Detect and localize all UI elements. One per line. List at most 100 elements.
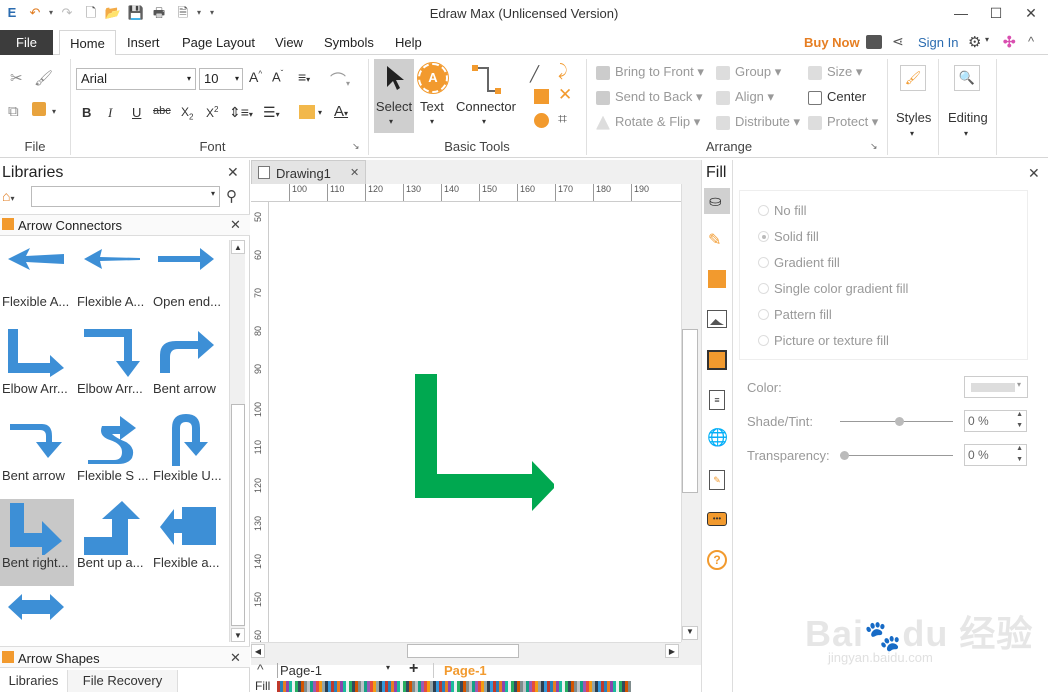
drawing-canvas[interactable] [269, 202, 681, 642]
subscript-button[interactable]: X2 [181, 105, 193, 121]
fill-option-radio[interactable]: Pattern fill [758, 307, 832, 322]
shape-flexible-arrow-1[interactable]: Flexible A... [0, 238, 74, 325]
center-button[interactable]: Center [808, 89, 866, 105]
shape-flexible-s-arrow[interactable]: Flexible S ... [76, 412, 150, 499]
paste-icon[interactable] [32, 102, 46, 116]
rotate-flip-button[interactable]: Rotate & Flip ▾ [596, 114, 700, 130]
highlight-dropdown-icon[interactable]: ▾ [318, 108, 322, 117]
search-icon[interactable]: ⚲ [226, 187, 237, 205]
font-family-select[interactable]: Arial ▾ [76, 68, 196, 90]
maximize-button[interactable]: ☐ [983, 2, 1009, 24]
shadow-icon[interactable] [708, 270, 726, 288]
chevron-down-icon[interactable]: ▾ [430, 117, 434, 126]
tab-symbols[interactable]: Symbols [316, 30, 382, 55]
connector-tool-label[interactable]: Connector [456, 99, 516, 114]
buy-now-link[interactable]: Buy Now [796, 30, 868, 55]
fill-option-radio[interactable]: Solid fill [758, 229, 819, 244]
scrollbar-thumb[interactable] [682, 329, 698, 493]
settings-gear-icon[interactable]: ⚙ [968, 33, 981, 51]
decrease-font-icon[interactable]: Aˇ [272, 69, 283, 84]
shape-bent-arrow-1[interactable]: Bent arrow [152, 325, 226, 412]
styles-icon[interactable]: 🖌 [900, 65, 926, 91]
chevron-down-icon[interactable]: ▾ [964, 129, 968, 138]
shape-flexible-arrow-3[interactable]: Flexible a... [152, 499, 226, 586]
canvas-horizontal-scrollbar[interactable]: ◀ ▶ [251, 642, 681, 659]
tab-file-recovery[interactable]: File Recovery [68, 670, 178, 692]
font-color-icon[interactable]: A▾ [334, 103, 348, 120]
curve-tool-icon[interactable]: ⤸ [558, 63, 568, 81]
help-icon[interactable]: ? [707, 550, 727, 570]
scrollbar-thumb[interactable] [407, 644, 519, 658]
cart-icon[interactable] [866, 35, 882, 49]
bold-button[interactable]: B [82, 105, 91, 120]
shade-tint-input[interactable]: 0 % ▲ ▼ [964, 410, 1027, 432]
group-button[interactable]: Group ▾ [716, 64, 781, 80]
color-picker[interactable]: ▾ [964, 376, 1028, 398]
category-header[interactable]: Arrow Connectors ✕ [0, 214, 250, 236]
align-button[interactable]: Align ▾ [716, 89, 774, 105]
shape-flexible-u-arrow[interactable]: Flexible U... [152, 412, 226, 499]
library-search-input[interactable]: ▾ [31, 186, 220, 207]
page-properties-icon[interactable]: ≡ [709, 390, 725, 410]
scrollbar-thumb[interactable] [231, 404, 245, 626]
cut-icon[interactable]: ✂ [10, 69, 23, 87]
distribute-button[interactable]: Distribute ▾ [716, 114, 800, 130]
select-tool-button[interactable]: Select ▾ [374, 59, 414, 133]
tab-libraries[interactable]: Libraries [0, 670, 68, 692]
format-painter-icon[interactable]: 🖌 [34, 69, 53, 87]
tab-page-layout[interactable]: Page Layout [174, 30, 263, 55]
tab-view[interactable]: View [267, 30, 311, 55]
italic-button[interactable]: I [108, 105, 112, 121]
highlight-icon[interactable] [299, 105, 315, 119]
protect-button[interactable]: Protect ▾ [808, 114, 878, 130]
attachment-icon[interactable]: ✎ [709, 470, 725, 490]
home-icon[interactable]: ⌂▾ [2, 188, 14, 204]
text-tool-icon[interactable]: A [417, 62, 449, 94]
crop-tool-icon[interactable]: ⌗ [558, 111, 567, 129]
copy-icon[interactable]: ⧉ [8, 103, 19, 120]
close-icon[interactable]: ✕ [230, 650, 241, 666]
line-style-icon[interactable]: ✎ [708, 230, 721, 250]
underline-button[interactable]: U [132, 105, 141, 120]
rectangle-tool-icon[interactable] [534, 89, 549, 104]
increase-font-icon[interactable]: A^ [249, 69, 262, 85]
ellipse-tool-icon[interactable] [534, 113, 549, 128]
bent-right-arrow-shape[interactable] [414, 373, 554, 513]
align-text-icon[interactable]: ≡▾ [298, 69, 310, 85]
fill-option-radio[interactable]: Single color gradient fill [758, 281, 908, 296]
line-tool-icon[interactable]: ╱ [530, 65, 539, 83]
bring-to-front-button[interactable]: Bring to Front ▾ [596, 64, 704, 80]
font-dialog-launcher-icon[interactable]: ↘ [352, 141, 360, 152]
ribbon-collapse-icon[interactable]: ^ [1028, 34, 1034, 49]
tab-help[interactable]: Help [387, 30, 430, 55]
shade-slider[interactable] [840, 417, 953, 426]
chevron-down-icon[interactable]: ▾ [910, 129, 914, 138]
line-spacing-icon[interactable]: ⇕≡▾ [229, 104, 253, 121]
library-scrollbar[interactable]: ▲ ▼ [229, 240, 245, 642]
shape-double-arrow[interactable] [0, 586, 74, 640]
document-tab[interactable]: Drawing1 ✕ [251, 160, 366, 184]
close-window-button[interactable]: ✕ [1018, 2, 1044, 24]
file-menu[interactable]: File [0, 30, 53, 55]
arrange-dialog-launcher-icon[interactable]: ↘ [870, 141, 878, 152]
size-button[interactable]: Size ▾ [808, 64, 862, 80]
minimize-button[interactable]: — [948, 2, 974, 24]
fill-panel-button[interactable]: ⛀ [704, 188, 730, 214]
share-icon[interactable]: ⋖ [892, 33, 904, 50]
shape-bent-up-arrow[interactable]: Bent up a... [76, 499, 150, 586]
shape-bent-arrow-2[interactable]: Bent arrow [0, 412, 74, 499]
search-icon[interactable]: 🔍 [954, 65, 980, 91]
close-icon[interactable]: ✕ [230, 217, 241, 233]
spinner-arrows-icon[interactable]: ▲ ▼ [1016, 409, 1023, 431]
close-icon[interactable]: ✕ [1028, 165, 1040, 182]
connector-tool-icon[interactable] [470, 63, 502, 97]
fill-option-radio[interactable]: Gradient fill [758, 255, 840, 270]
page-select[interactable]: Page-1 ▾ [277, 663, 397, 678]
globe-icon[interactable]: 🌐 [707, 428, 728, 448]
tab-home[interactable]: Home [59, 30, 116, 56]
close-icon[interactable]: ✕ [350, 166, 359, 179]
theme-icon[interactable]: ✣ [1003, 33, 1016, 51]
add-page-button[interactable]: + [409, 660, 418, 678]
scroll-left-icon[interactable]: ◀ [251, 644, 265, 658]
category-header-2[interactable]: Arrow Shapes ✕ [0, 646, 250, 668]
